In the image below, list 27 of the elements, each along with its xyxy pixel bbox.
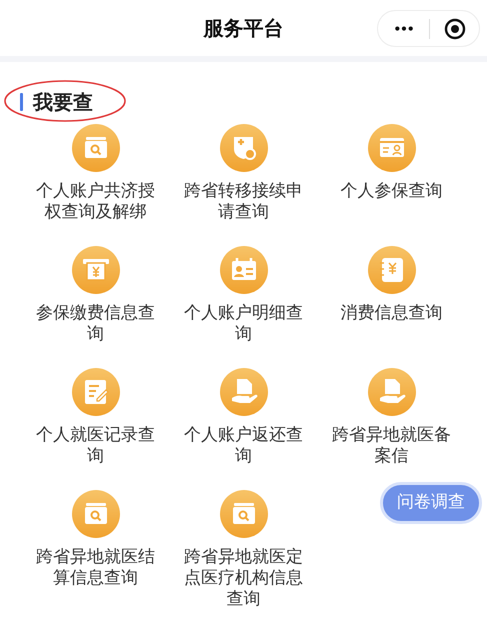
hand-document-icon [368, 368, 416, 416]
service-item[interactable]: 跨省异地就医结算信息查询 [22, 490, 170, 600]
card-search-icon [72, 124, 120, 172]
service-item[interactable]: 个人参保查询 [318, 124, 466, 234]
service-item[interactable]: 消费信息查询 [318, 246, 466, 356]
calendar-id-icon [220, 246, 268, 294]
service-item[interactable]: 个人就医记录查询 [22, 368, 170, 478]
page-title: 服务平台 [204, 15, 284, 42]
section-marker [20, 93, 23, 111]
service-item[interactable]: 个人账户明细查询 [170, 246, 318, 356]
more-button[interactable]: ••• [378, 22, 429, 34]
service-item[interactable]: 参保缴费信息查询 [22, 246, 170, 356]
service-item[interactable]: 跨省异地就医定点医疗机构信息查询 [170, 490, 318, 610]
close-icon[interactable] [444, 18, 466, 40]
service-item[interactable]: 个人账户返还查询 [170, 368, 318, 478]
section-title: 我要查 [33, 89, 93, 116]
shield-plus-icon [220, 124, 268, 172]
card-search-icon [72, 490, 120, 538]
document-edit-icon [72, 368, 120, 416]
card-search-icon [220, 490, 268, 538]
yuan-book-icon [368, 246, 416, 294]
id-card-icon [368, 124, 416, 172]
service-item[interactable]: 个人账户共济授权查询及解绑 [22, 124, 170, 234]
service-item[interactable]: 跨省异地就医备案信 [318, 368, 466, 478]
yuan-card-icon [72, 246, 120, 294]
hand-document-icon [220, 368, 268, 416]
service-item[interactable]: 跨省转移接续申请查询 [170, 124, 318, 234]
